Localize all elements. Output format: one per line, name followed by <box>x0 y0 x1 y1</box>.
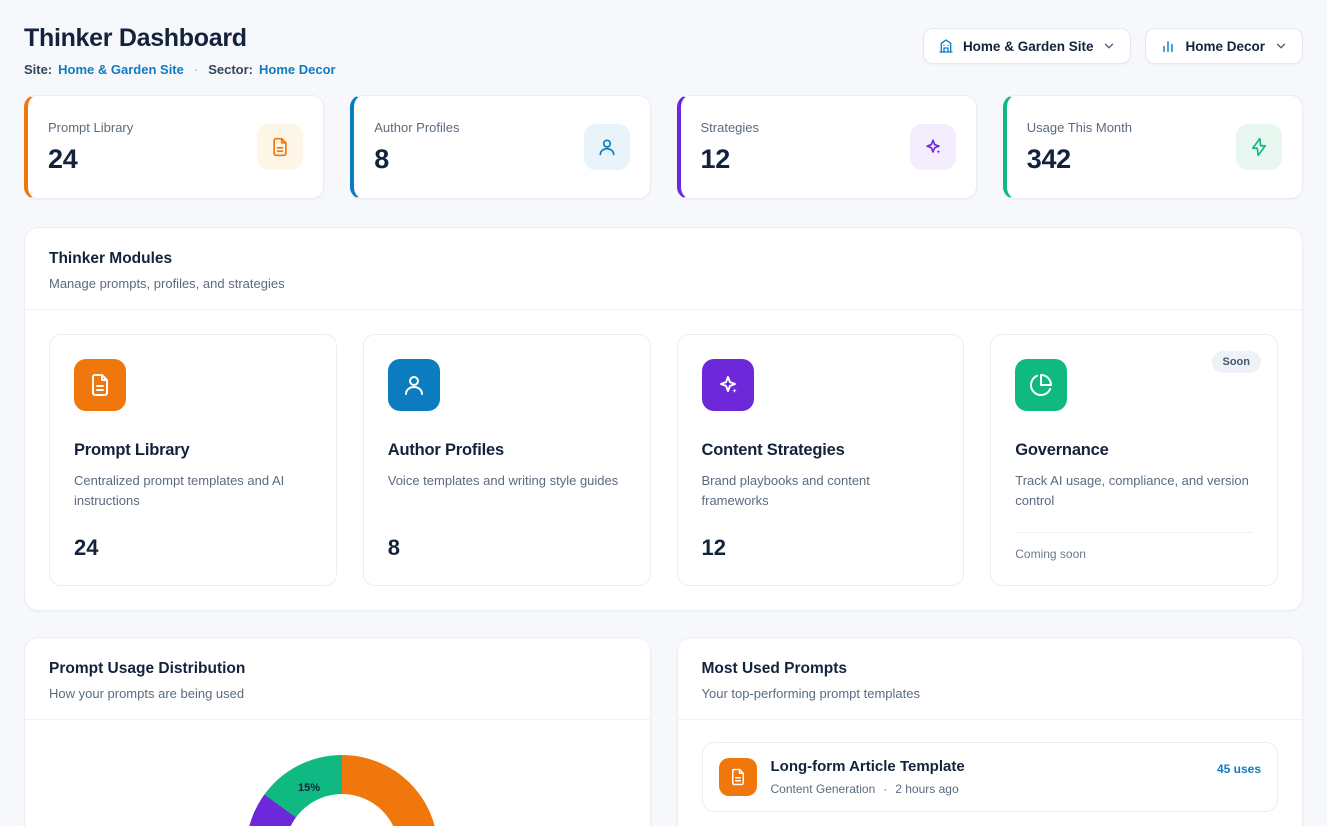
sector-selector-label: Home Decor <box>1185 39 1265 54</box>
prompt-usage-card: Prompt Usage Distribution How your promp… <box>24 637 651 826</box>
site-link[interactable]: Home & Garden Site <box>58 62 184 77</box>
breadcrumb-separator: · <box>194 62 198 77</box>
site-label: Site: <box>24 62 52 77</box>
stat-value: 12 <box>701 144 760 175</box>
usage-chart-area: 15% <box>25 720 650 826</box>
prompt-item-category: Content Generation <box>771 782 876 796</box>
module-card-content-strategies[interactable]: Content Strategies Brand playbooks and c… <box>677 334 965 586</box>
prompt-item-uses: 45 uses <box>1217 762 1261 776</box>
module-description: Voice templates and writing style guides <box>388 471 626 491</box>
document-icon <box>719 758 757 796</box>
stat-card-author-profiles: Author Profiles 8 <box>350 95 650 199</box>
stat-text: Strategies 12 <box>701 120 760 175</box>
module-count: 8 <box>388 535 626 561</box>
donut-chart <box>246 755 438 826</box>
soon-badge: Soon <box>1212 351 1262 373</box>
modules-panel-title: Thinker Modules <box>49 250 1278 268</box>
user-icon <box>584 124 630 170</box>
module-title: Content Strategies <box>702 441 940 460</box>
prompt-item-title: Long-form Article Template <box>771 758 1203 775</box>
module-description: Brand playbooks and content frameworks <box>702 471 940 511</box>
module-description: Track AI usage, compliance, and version … <box>1015 471 1253 511</box>
stats-row: Prompt Library 24 Author Profiles 8 Stra… <box>24 95 1303 199</box>
module-card-prompt-library[interactable]: Prompt Library Centralized prompt templa… <box>49 334 337 586</box>
stat-label: Strategies <box>701 120 760 135</box>
document-icon <box>257 124 303 170</box>
usage-card-header: Prompt Usage Distribution How your promp… <box>25 638 650 720</box>
document-icon <box>74 359 126 411</box>
dashboard-page: Thinker Dashboard Site: Home & Garden Si… <box>0 0 1327 826</box>
module-card-governance[interactable]: Soon Governance Track AI usage, complian… <box>990 334 1278 586</box>
sparkle-icon <box>702 359 754 411</box>
chevron-down-icon <box>1102 39 1116 53</box>
chevron-down-icon <box>1274 39 1288 53</box>
coming-soon-text: Coming soon <box>1015 532 1253 561</box>
module-description: Centralized prompt templates and AI inst… <box>74 471 312 511</box>
sector-label: Sector: <box>208 62 253 77</box>
thinker-modules-panel: Thinker Modules Manage prompts, profiles… <box>24 227 1303 611</box>
usage-card-subtitle: How your prompts are being used <box>49 686 626 701</box>
bar-chart-icon <box>1160 38 1176 54</box>
user-icon <box>388 359 440 411</box>
prompt-item-time: 2 hours ago <box>895 782 958 796</box>
bottom-row: Prompt Usage Distribution How your promp… <box>24 637 1303 826</box>
stat-card-strategies: Strategies 12 <box>677 95 977 199</box>
prompts-card-header: Most Used Prompts Your top-performing pr… <box>678 638 1303 720</box>
module-card-author-profiles[interactable]: Author Profiles Voice templates and writ… <box>363 334 651 586</box>
sparkle-icon <box>910 124 956 170</box>
donut-slice-label: 15% <box>298 782 320 794</box>
stat-value: 8 <box>374 144 459 175</box>
site-selector-label: Home & Garden Site <box>963 39 1094 54</box>
prompts-card-subtitle: Your top-performing prompt templates <box>702 686 1279 701</box>
module-count: 24 <box>74 535 312 561</box>
page-header: Thinker Dashboard Site: Home & Garden Si… <box>24 24 1303 77</box>
building-icon <box>938 38 954 54</box>
header-left: Thinker Dashboard Site: Home & Garden Si… <box>24 24 336 77</box>
module-title: Governance <box>1015 441 1253 460</box>
stat-card-prompt-library: Prompt Library 24 <box>24 95 324 199</box>
prompts-card-title: Most Used Prompts <box>702 660 1279 678</box>
stat-value: 24 <box>48 144 133 175</box>
stat-text: Usage This Month 342 <box>1027 120 1132 175</box>
header-actions: Home & Garden Site Home Decor <box>923 28 1303 64</box>
module-title: Author Profiles <box>388 441 626 460</box>
most-used-prompts-card: Most Used Prompts Your top-performing pr… <box>677 637 1304 826</box>
pie-chart-icon <box>1015 359 1067 411</box>
modules-panel-subtitle: Manage prompts, profiles, and strategies <box>49 276 1278 291</box>
page-title: Thinker Dashboard <box>24 24 336 53</box>
meta-separator: · <box>883 782 887 796</box>
prompt-item-main: Long-form Article Template Content Gener… <box>771 758 1203 796</box>
prompt-list-item[interactable]: Long-form Article Template Content Gener… <box>702 742 1279 812</box>
stat-label: Author Profiles <box>374 120 459 135</box>
module-title: Prompt Library <box>74 441 312 460</box>
stat-label: Usage This Month <box>1027 120 1132 135</box>
prompt-list: Long-form Article Template Content Gener… <box>678 720 1303 826</box>
modules-panel-header: Thinker Modules Manage prompts, profiles… <box>25 228 1302 310</box>
prompt-item-meta: Content Generation · 2 hours ago <box>771 782 1203 796</box>
stat-label: Prompt Library <box>48 120 133 135</box>
stat-text: Prompt Library 24 <box>48 120 133 175</box>
site-selector-dropdown[interactable]: Home & Garden Site <box>923 28 1132 64</box>
sector-selector-dropdown[interactable]: Home Decor <box>1145 28 1303 64</box>
sector-link[interactable]: Home Decor <box>259 62 336 77</box>
modules-grid: Prompt Library Centralized prompt templa… <box>25 310 1302 610</box>
site-breadcrumb: Site: Home & Garden Site · Sector: Home … <box>24 62 336 77</box>
usage-card-title: Prompt Usage Distribution <box>49 660 626 678</box>
stat-text: Author Profiles 8 <box>374 120 459 175</box>
lightning-icon <box>1236 124 1282 170</box>
stat-value: 342 <box>1027 144 1132 175</box>
module-count: 12 <box>702 535 940 561</box>
stat-card-usage: Usage This Month 342 <box>1003 95 1303 199</box>
